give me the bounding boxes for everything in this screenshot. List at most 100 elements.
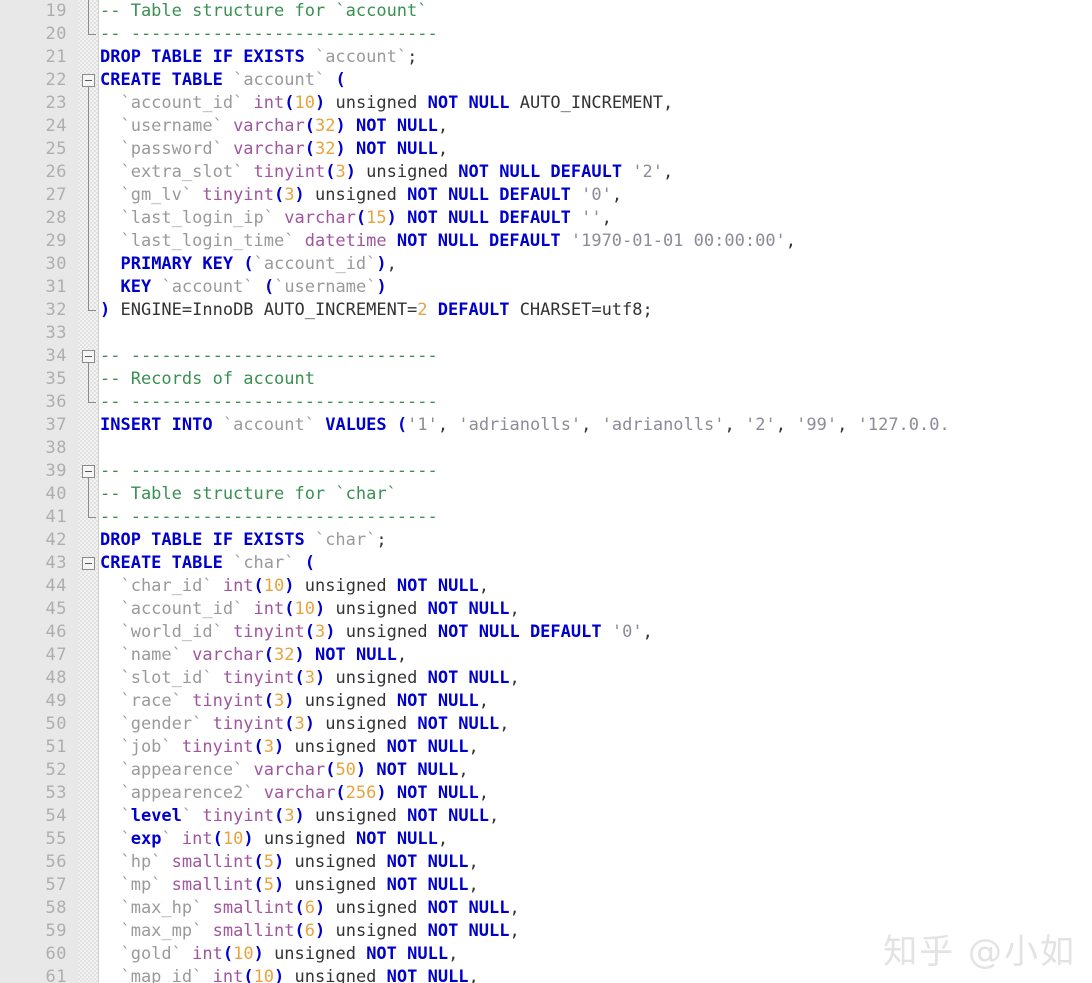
code-line[interactable]: 43 CREATE TABLE `char` ( (0, 552, 1092, 575)
code-text[interactable]: `world_id` tinyint(3) unsigned NOT NULL … (100, 621, 652, 644)
code-line[interactable]: 47 `name` varchar(32) NOT NULL, (0, 644, 1092, 667)
code-text[interactable]: -- Table structure for `char` (100, 483, 397, 506)
code-lines[interactable]: 19 -- Table structure for `account` 20 -- -… (0, 0, 1092, 983)
code-text[interactable]: `slot_id` tinyint(3) unsigned NOT NULL, (100, 667, 519, 690)
code-line[interactable]: 45 `account_id` int(10) unsigned NOT NUL… (0, 598, 1092, 621)
code-line[interactable]: 39 -- ------------------------------ (0, 460, 1092, 483)
code-line[interactable]: 36 -- ------------------------------ (0, 391, 1092, 414)
code-text[interactable]: `appearence` varchar(50) NOT NULL, (100, 759, 468, 782)
code-line[interactable]: 28 `last_login_ip` varchar(15) NOT NULL … (0, 207, 1092, 230)
token-pun: ) (314, 668, 326, 688)
code-line[interactable]: 54 `level` tinyint(3) unsigned NOT NULL, (0, 805, 1092, 828)
code-line[interactable]: 20 -- ------------------------------ (0, 23, 1092, 46)
code-text[interactable]: `mp` smallint(5) unsigned NOT NULL, (100, 874, 478, 897)
code-text[interactable]: `race` tinyint(3) unsigned NOT NULL, (100, 690, 489, 713)
code-text[interactable]: `last_login_ip` varchar(15) NOT NULL DEF… (100, 207, 611, 230)
code-line[interactable]: 22 CREATE TABLE `account` ( (0, 69, 1092, 92)
code-line[interactable]: 29 `last_login_time` datetime NOT NULL D… (0, 230, 1092, 253)
code-text[interactable]: `gm_lv` tinyint(3) unsigned NOT NULL DEF… (100, 184, 622, 207)
code-line[interactable]: 49 `race` tinyint(3) unsigned NOT NULL, (0, 690, 1092, 713)
code-line[interactable]: 46 `world_id` tinyint(3) unsigned NOT NU… (0, 621, 1092, 644)
code-line[interactable]: 58 `max_hp` smallint(6) unsigned NOT NUL… (0, 897, 1092, 920)
code-line[interactable]: 52 `appearence` varchar(50) NOT NULL, (0, 759, 1092, 782)
code-text[interactable]: -- ------------------------------ (100, 506, 438, 529)
code-text[interactable]: ) ENGINE=InnoDB AUTO_INCREMENT=2 DEFAULT… (100, 299, 653, 322)
code-text[interactable]: CREATE TABLE `account` ( (100, 69, 346, 92)
code-line[interactable]: 33 (0, 322, 1092, 345)
code-text[interactable]: `password` varchar(32) NOT NULL, (100, 138, 448, 161)
code-text[interactable]: `account_id` int(10) unsigned NOT NULL A… (100, 92, 673, 115)
code-line[interactable]: 25 `password` varchar(32) NOT NULL, (0, 138, 1092, 161)
code-text[interactable]: `account_id` int(10) unsigned NOT NULL, (100, 598, 519, 621)
token-bq: ` (181, 806, 203, 826)
code-line[interactable]: 31 KEY `account` (`username`) (0, 276, 1092, 299)
token-num: 3 (304, 668, 315, 688)
code-text[interactable]: KEY `account` (`username`) (100, 276, 386, 299)
code-line[interactable]: 32) ENGINE=InnoDB AUTO_INCREMENT=2 DEFAU… (0, 299, 1092, 322)
code-line[interactable]: 56 `hp` smallint(5) unsigned NOT NULL, (0, 851, 1092, 874)
token-id (223, 70, 233, 90)
code-line[interactable]: 55 `exp` int(10) unsigned NOT NULL, (0, 828, 1092, 851)
token-pun: ) (314, 898, 326, 918)
code-line[interactable]: 35 -- Records of account (0, 368, 1092, 391)
token-bq: `char` (233, 553, 295, 573)
fold-collapse-icon[interactable] (82, 74, 95, 87)
code-line[interactable]: 26 `extra_slot` tinyint(3) unsigned NOT … (0, 161, 1092, 184)
fold-collapse-icon[interactable] (82, 465, 95, 478)
code-line[interactable]: 50 `gender` tinyint(3) unsigned NOT NULL… (0, 713, 1092, 736)
code-text[interactable]: `name` varchar(32) NOT NULL, (100, 644, 407, 667)
code-text[interactable]: `job` tinyint(3) unsigned NOT NULL, (100, 736, 478, 759)
code-text[interactable]: PRIMARY KEY (`account_id`), (100, 253, 396, 276)
code-line[interactable]: 57 `mp` smallint(5) unsigned NOT NULL, (0, 874, 1092, 897)
code-text[interactable]: `gold` int(10) unsigned NOT NULL, (100, 943, 458, 966)
code-line[interactable]: 27 `gm_lv` tinyint(3) unsigned NOT NULL … (0, 184, 1092, 207)
code-text[interactable]: `appearence2` varchar(256) NOT NULL, (100, 782, 489, 805)
code-line[interactable]: 53 `appearence2` varchar(256) NOT NULL, (0, 782, 1092, 805)
code-text[interactable]: `map_id` int(10) unsigned NOT NULL, (100, 966, 478, 983)
code-text[interactable]: DROP TABLE IF EXISTS `account`; (100, 46, 417, 69)
code-text[interactable]: `extra_slot` tinyint(3) unsigned NOT NUL… (100, 161, 673, 184)
code-line[interactable]: 30 PRIMARY KEY (`account_id`), (0, 253, 1092, 276)
code-line[interactable]: 38 (0, 437, 1092, 460)
sql-code-editor[interactable]: 19 -- Table structure for `account` 20 -- -… (0, 0, 1092, 983)
line-number: 39 (45, 461, 67, 481)
code-line[interactable]: 44 `char_id` int(10) unsigned NOT NULL, (0, 575, 1092, 598)
code-text[interactable]: `max_hp` smallint(6) unsigned NOT NULL, (100, 897, 519, 920)
code-text[interactable]: -- ------------------------------ (100, 460, 438, 483)
code-text[interactable]: -- ------------------------------ (100, 345, 438, 368)
code-line[interactable]: 41 -- ------------------------------ (0, 506, 1092, 529)
code-line[interactable]: 34 -- ------------------------------ (0, 345, 1092, 368)
code-text[interactable]: `gender` tinyint(3) unsigned NOT NULL, (100, 713, 509, 736)
line-number: 58 (45, 898, 67, 918)
code-line[interactable]: 23 `account_id` int(10) unsigned NOT NUL… (0, 92, 1092, 115)
code-text[interactable]: `char_id` int(10) unsigned NOT NULL, (100, 575, 489, 598)
code-text[interactable]: DROP TABLE IF EXISTS `char`; (100, 529, 387, 552)
code-text[interactable]: `last_login_time` datetime NOT NULL DEFA… (100, 230, 796, 253)
code-text[interactable]: `level` tinyint(3) unsigned NOT NULL, (100, 805, 499, 828)
code-text[interactable]: `hp` smallint(5) unsigned NOT NULL, (100, 851, 478, 874)
code-line[interactable]: 37 INSERT INTO `account` VALUES ('1', 'ad… (0, 414, 1092, 437)
code-text[interactable]: `username` varchar(32) NOT NULL, (100, 115, 448, 138)
code-line[interactable]: 40 -- Table structure for `char` (0, 483, 1092, 506)
code-line[interactable]: 42 DROP TABLE IF EXISTS `char`; (0, 529, 1092, 552)
code-line[interactable]: 19 -- Table structure for `account` (0, 0, 1092, 23)
token-kw: CREATE TABLE (100, 553, 223, 573)
code-text[interactable]: -- ------------------------------ (100, 391, 438, 414)
token-id (571, 208, 581, 228)
fold-collapse-icon[interactable] (82, 350, 95, 363)
fold-collapse-icon[interactable] (82, 557, 95, 570)
token-id: , (478, 576, 490, 596)
code-text[interactable]: -- Table structure for `account` (100, 0, 428, 23)
code-text[interactable]: `exp` int(10) unsigned NOT NULL, (100, 828, 448, 851)
code-text[interactable]: CREATE TABLE `char` ( (100, 552, 315, 575)
code-text[interactable]: -- Records of account (100, 368, 315, 391)
code-text[interactable]: INSERT INTO `account` VALUES ('1', 'adri… (100, 414, 950, 437)
token-pun: ( (212, 829, 223, 849)
code-text[interactable]: -- ------------------------------ (100, 23, 438, 46)
token-id: , (581, 415, 602, 435)
code-line[interactable]: 21 DROP TABLE IF EXISTS `account`; (0, 46, 1092, 69)
code-line[interactable]: 24 `username` varchar(32) NOT NULL, (0, 115, 1092, 138)
code-text[interactable]: `max_mp` smallint(6) unsigned NOT NULL, (100, 920, 519, 943)
code-line[interactable]: 48 `slot_id` tinyint(3) unsigned NOT NUL… (0, 667, 1092, 690)
code-line[interactable]: 51 `job` tinyint(3) unsigned NOT NULL, (0, 736, 1092, 759)
